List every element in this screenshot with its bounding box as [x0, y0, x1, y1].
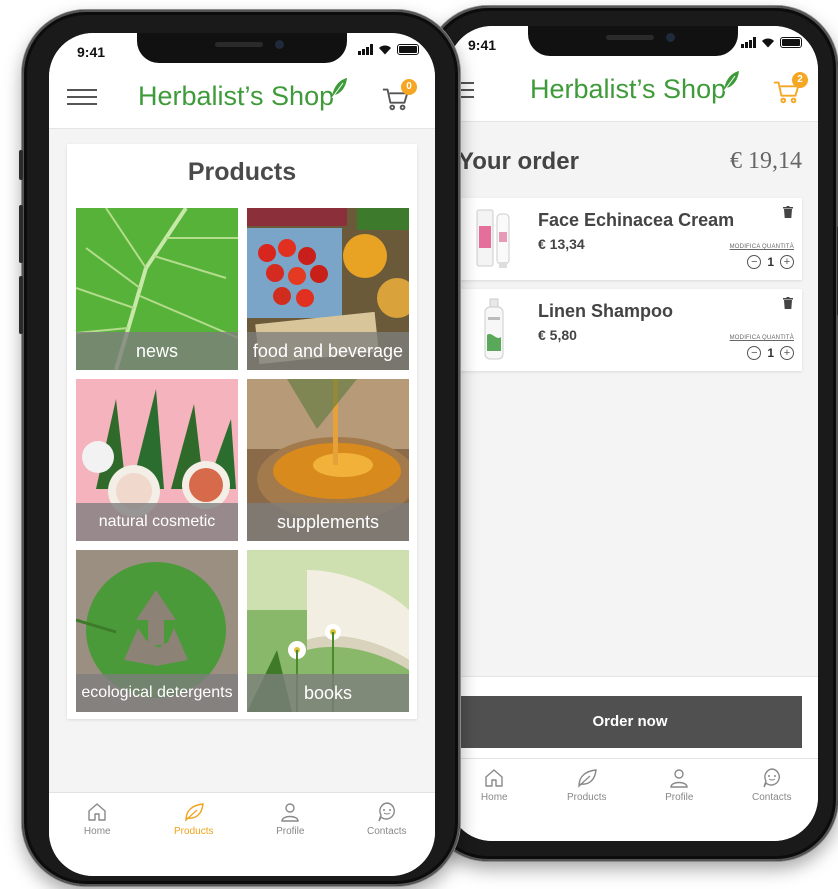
- category-supplements[interactable]: supplements: [247, 379, 409, 541]
- category-label: ecological detergents: [76, 674, 238, 712]
- tab-label: Products: [174, 826, 214, 837]
- order-item: Face Echinacea Cream € 13,34 MODIFICA QU…: [458, 198, 802, 280]
- order-total: € 19,14: [730, 148, 802, 174]
- cart-button[interactable]: 2: [772, 72, 808, 108]
- item-name: Face Echinacea Cream: [538, 210, 735, 230]
- decrease-button[interactable]: −: [747, 255, 762, 269]
- increase-button[interactable]: +: [780, 346, 794, 360]
- menu-icon[interactable]: [67, 89, 97, 105]
- status-icons: [358, 44, 419, 55]
- quantity-label: MODIFICA QUANTITÀ: [729, 335, 794, 341]
- tab-bar: Home Products Profile Contacts: [448, 758, 818, 841]
- leaf-icon: [185, 803, 204, 822]
- category-natural-cosmetic[interactable]: natural cosmetic: [76, 379, 238, 541]
- brand-text: Herbalist’s Shop: [530, 74, 727, 104]
- notch: [137, 33, 347, 63]
- category-label: supplements: [247, 503, 409, 541]
- products-card: Products news food and beverage natural …: [67, 144, 417, 719]
- item-price: € 5,80: [538, 327, 577, 343]
- products-screen: 9:41 Herbalist’s Shop 0 Products news fo…: [49, 33, 435, 876]
- category-label: news: [76, 332, 238, 370]
- order-item: Linen Shampoo € 5,80 MODIFICA QUANTITÀ −…: [458, 289, 802, 371]
- battery-icon: [780, 37, 802, 48]
- mute-switch: [19, 150, 23, 180]
- phone-frame-order: 9:41 Herbalist’s Shop 2 Your order € 19,…: [426, 6, 838, 861]
- cart-count-badge: 2: [792, 72, 808, 88]
- item-name: Linen Shampoo: [538, 301, 673, 321]
- tab-label: Home: [83, 826, 111, 837]
- quantity-stepper: − 1 +: [747, 255, 794, 269]
- category-ecological-detergents[interactable]: ecological detergents: [76, 550, 238, 712]
- tab-home[interactable]: Home: [448, 759, 541, 841]
- status-icons: [741, 37, 802, 48]
- order-title: Your order: [458, 148, 579, 175]
- increase-button[interactable]: +: [780, 255, 794, 269]
- tab-label: Profile: [276, 826, 305, 837]
- brand-leaf-icon: [331, 78, 348, 99]
- quantity-value: 1: [767, 346, 774, 360]
- category-news[interactable]: news: [76, 208, 238, 370]
- trash-icon[interactable]: [783, 297, 793, 309]
- tab-contacts[interactable]: Contacts: [726, 759, 819, 841]
- tab-label: Home: [480, 792, 508, 803]
- tab-profile[interactable]: Profile: [242, 793, 339, 876]
- tab-products[interactable]: Products: [146, 793, 243, 876]
- quantity-label: MODIFICA QUANTITÀ: [729, 244, 794, 250]
- signal-icon: [741, 37, 756, 48]
- chat-icon: [763, 768, 780, 788]
- item-price: € 13,34: [538, 236, 585, 252]
- brand-leaf-icon: [723, 71, 740, 92]
- user-icon: [281, 803, 299, 822]
- cream-product-image: [476, 209, 510, 268]
- cart-count-badge: 0: [401, 79, 417, 95]
- category-label: food and beverage: [247, 332, 409, 370]
- leaf-icon: [578, 769, 597, 788]
- app-header: Herbalist’s Shop 0: [49, 67, 435, 129]
- tab-label: Products: [567, 792, 607, 803]
- order-bar: Order now: [448, 676, 818, 758]
- tab-home[interactable]: Home: [49, 793, 146, 876]
- category-label: books: [247, 674, 409, 712]
- user-icon: [670, 769, 688, 788]
- tab-label: Contacts: [367, 826, 407, 837]
- category-books[interactable]: books: [247, 550, 409, 712]
- tab-contacts[interactable]: Contacts: [339, 793, 436, 876]
- quantity-stepper: − 1 +: [747, 346, 794, 360]
- battery-icon: [397, 44, 419, 55]
- category-food-and-beverage[interactable]: food and beverage: [247, 208, 409, 370]
- status-time: 9:41: [468, 37, 497, 53]
- notch: [528, 26, 738, 56]
- tab-products[interactable]: Products: [541, 759, 634, 841]
- quantity-value: 1: [767, 255, 774, 269]
- page-title: Products: [187, 158, 297, 186]
- status-time: 9:41: [77, 44, 106, 60]
- home-icon: [88, 803, 106, 821]
- home-icon: [485, 769, 503, 787]
- tab-profile[interactable]: Profile: [633, 759, 726, 841]
- tab-bar: Home Products Profile Contacts: [49, 792, 435, 876]
- signal-icon: [358, 44, 373, 55]
- order-now-button[interactable]: Order now: [458, 696, 802, 748]
- cart-button[interactable]: 0: [381, 79, 417, 115]
- volume-down-button: [19, 276, 23, 334]
- shampoo-product-image: [484, 298, 504, 360]
- wifi-icon: [379, 45, 391, 55]
- brand-title: Herbalist’s Shop: [138, 78, 348, 112]
- trash-icon[interactable]: [783, 206, 793, 218]
- brand-title: Herbalist’s Shop: [530, 71, 740, 105]
- tab-label: Contacts: [752, 792, 792, 803]
- order-header: Your order € 19,14: [458, 148, 802, 178]
- brand-text: Herbalist’s Shop: [138, 81, 335, 111]
- chat-icon: [378, 802, 395, 822]
- app-header: Herbalist’s Shop 2: [448, 60, 818, 122]
- volume-up-button: [19, 205, 23, 263]
- order-screen: 9:41 Herbalist’s Shop 2 Your order € 19,…: [448, 26, 818, 841]
- wifi-icon: [762, 38, 774, 48]
- phone-frame-products: 9:41 Herbalist’s Shop 0 Products news fo…: [19, 10, 460, 886]
- category-label: natural cosmetic: [76, 503, 238, 541]
- tab-label: Profile: [665, 792, 694, 803]
- decrease-button[interactable]: −: [747, 346, 762, 360]
